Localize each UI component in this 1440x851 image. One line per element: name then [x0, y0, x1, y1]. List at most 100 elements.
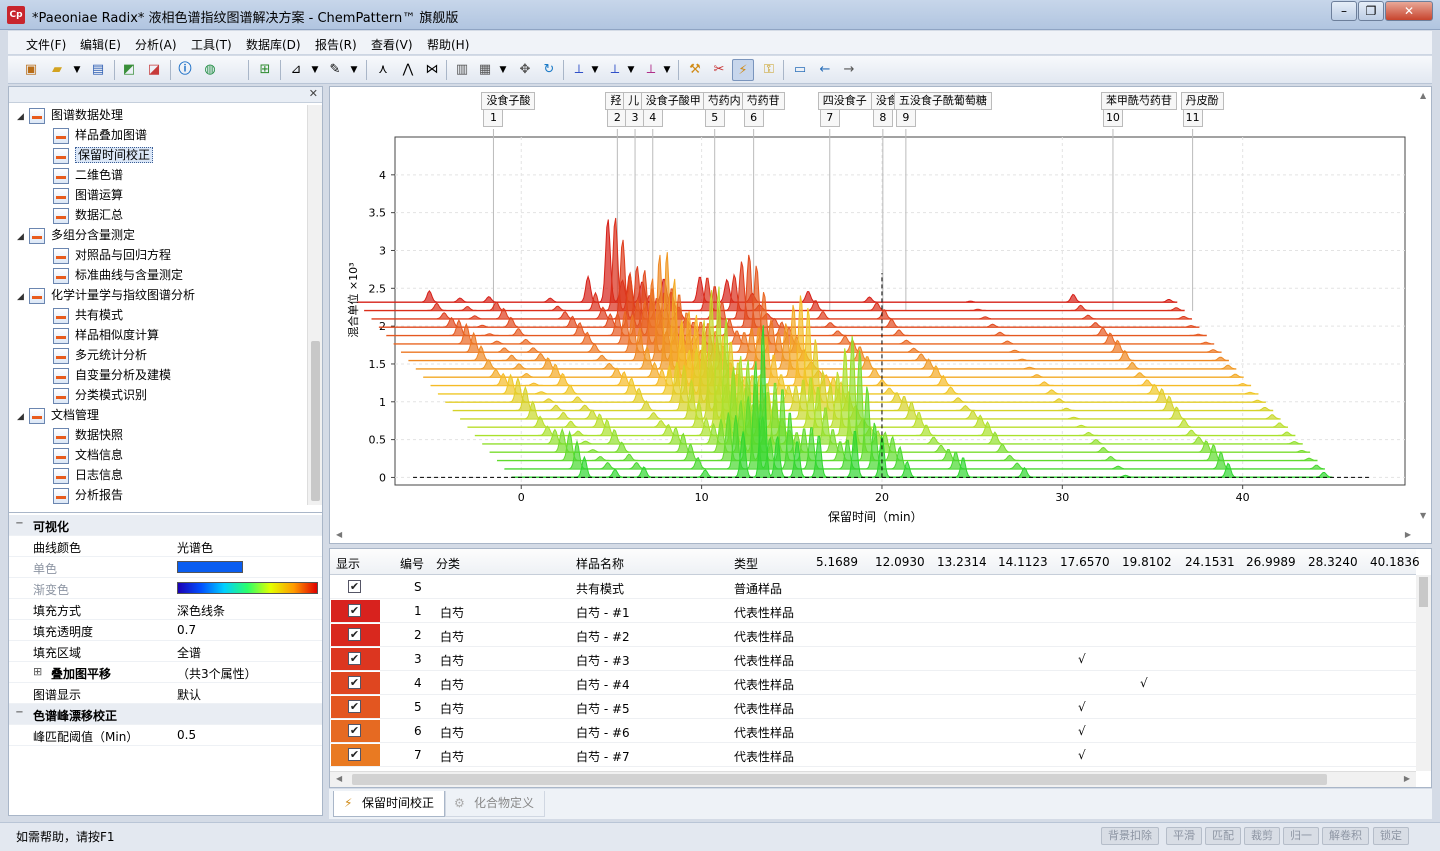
tree-item[interactable]: 对照品与回归方程 [53, 245, 171, 265]
show-checkbox[interactable]: ✔ [348, 700, 361, 713]
property-row[interactable]: 曲线颜色 光谱色 [9, 536, 322, 557]
table-row[interactable]: ✔ S 共有模式 普通样品 [330, 575, 1416, 599]
property-row[interactable]: 图谱显示 默认 [9, 683, 322, 704]
show-checkbox[interactable]: ✔ [348, 652, 361, 665]
tree-item[interactable]: 样品相似度计算 [53, 325, 159, 345]
table-hscrollbar[interactable]: ◀ ▶ [330, 771, 1416, 787]
table-row[interactable]: ✔ 6 白芍 白芍 - #6 代表性样品 √ [330, 719, 1416, 743]
tree-item[interactable]: 数据快照 [53, 425, 123, 445]
property-category-drift[interactable]: − 色谱峰漂移校正 [9, 704, 322, 725]
expand-arrow-icon[interactable]: ◢ [17, 287, 29, 307]
maximize-button[interactable]: ❐ [1358, 1, 1384, 21]
tree-group[interactable]: ◢ 文档管理 [17, 405, 99, 425]
status-button-normalize[interactable]: 归一 [1283, 827, 1319, 845]
tab-compound-definition[interactable]: ⚙ 化合物定义 [445, 791, 546, 817]
table-row[interactable]: ✔ 3 白芍 白芍 - #3 代表性样品 √ [330, 647, 1416, 671]
show-checkbox[interactable]: ✔ [348, 628, 361, 641]
minimize-button[interactable]: – [1331, 1, 1357, 21]
show-checkbox[interactable]: ✔ [348, 724, 361, 737]
property-value[interactable]: （共3个属性） [177, 665, 257, 682]
view-dropdown-icon[interactable]: ▼ [656, 59, 678, 81]
table-row[interactable]: ✔ 4 白芍 白芍 - #4 代表性样品 √ [330, 671, 1416, 695]
collapse-icon[interactable]: − [15, 708, 24, 718]
column-header[interactable]: 14.1123 [998, 555, 1048, 569]
add-sample-icon[interactable]: ⊞ [254, 59, 276, 81]
table-row[interactable]: ✔ 5 白芍 白芍 - #5 代表性样品 √ [330, 695, 1416, 719]
status-button-crop[interactable]: 裁剪 [1244, 827, 1280, 845]
tree-group[interactable]: ◢ 多组分含量测定 [17, 225, 135, 245]
tree-scroll-thumb[interactable] [311, 341, 320, 501]
tree-item[interactable]: 文档信息 [53, 445, 123, 465]
show-checkbox[interactable]: ✔ [348, 580, 361, 593]
status-button-match[interactable]: 匹配 [1205, 827, 1241, 845]
column-header[interactable]: 19.8102 [1122, 555, 1172, 569]
info-icon[interactable]: ⓘ [174, 59, 196, 81]
property-row[interactable]: 填充方式 深色线条 [9, 599, 322, 620]
status-button-smooth[interactable]: 平滑 [1166, 827, 1202, 845]
open-folder-icon[interactable]: ▰ [46, 59, 68, 81]
expand-arrow-icon[interactable]: ◢ [17, 107, 29, 127]
property-value[interactable]: 深色线条 [177, 602, 225, 619]
show-checkbox[interactable]: ✔ [348, 604, 361, 617]
column-header[interactable]: 5.1689 [816, 555, 858, 569]
peak-merge-icon[interactable]: ⋈ [421, 59, 443, 81]
globe-icon[interactable]: ◍ [199, 59, 221, 81]
show-checkbox[interactable]: ✔ [348, 676, 361, 689]
tree-item[interactable]: 分类模式识别 [53, 385, 147, 405]
column-header[interactable]: 类型 [734, 555, 758, 572]
expand-arrow-icon[interactable]: ◢ [17, 227, 29, 247]
retention-align-icon[interactable]: ⚡ [732, 59, 754, 81]
property-row[interactable]: 填充透明度 0.7 [9, 620, 322, 641]
expand-arrow-icon[interactable]: ◢ [17, 407, 29, 427]
tree-group[interactable]: ◢ 化学计量学与指纹图谱分析 [17, 285, 195, 305]
table-row[interactable]: ✔ 1 白芍 白芍 - #1 代表性样品 [330, 599, 1416, 623]
rotate-dropdown-icon[interactable]: ▼ [620, 59, 642, 81]
expand-icon[interactable]: ⊞ [33, 665, 42, 678]
tree-item[interactable]: 自变量分析及建模 [53, 365, 171, 385]
tree-group[interactable]: ◢ 图谱数据处理 [17, 105, 123, 125]
refresh-icon[interactable]: ↻ [538, 59, 560, 81]
menu-report[interactable]: 报告(R) [315, 36, 357, 53]
new-project-icon[interactable]: ▣ [20, 59, 42, 81]
open-dropdown-icon[interactable]: ▼ [66, 59, 88, 81]
collapse-icon[interactable]: − [15, 519, 24, 529]
property-value[interactable]: 默认 [177, 686, 201, 703]
tree-item[interactable]: 二维色谱 [53, 165, 123, 185]
table-vscroll-thumb[interactable] [1419, 577, 1428, 607]
property-value[interactable]: 全谱 [177, 644, 201, 661]
status-button-lock[interactable]: 锁定 [1373, 827, 1409, 845]
3d-axis-dropdown-icon[interactable]: ▼ [584, 59, 606, 81]
tree-item[interactable]: 样品叠加图谱 [53, 125, 147, 145]
peak-mark-icon[interactable]: ⋏ [372, 59, 394, 81]
save-icon[interactable]: ▤ [87, 59, 109, 81]
property-row[interactable]: 渐变色 [9, 578, 322, 599]
show-checkbox[interactable]: ✔ [348, 748, 361, 761]
tab-retention-time[interactable]: ⚡ 保留时间校正 [333, 791, 446, 817]
back-arrow-icon[interactable]: ← [814, 59, 836, 81]
zoom-fit-icon[interactable]: ✥ [514, 59, 536, 81]
tree-item[interactable]: 多元统计分析 [53, 345, 147, 365]
property-value[interactable]: 光谱色 [177, 539, 213, 556]
property-category-visual[interactable]: − 可视化 [9, 515, 322, 536]
close-button[interactable]: ✕ [1385, 1, 1433, 21]
column-header[interactable]: 40.1836 [1370, 555, 1420, 569]
window-settings-icon[interactable]: ▭ [789, 59, 811, 81]
property-value[interactable]: 0.7 [177, 623, 196, 637]
property-row[interactable]: ⊞ 叠加图平移 （共3个属性） [9, 662, 322, 683]
column-header[interactable]: 样品名称 [576, 555, 624, 572]
table-vscrollbar[interactable] [1416, 575, 1431, 771]
table-row[interactable]: ✔ 7 白芍 白芍 - #7 代表性样品 √ [330, 743, 1416, 767]
menu-view[interactable]: 查看(V) [371, 36, 413, 53]
column-header[interactable]: 编号 [400, 555, 424, 572]
mono-color-swatch[interactable] [177, 561, 243, 573]
status-button-background[interactable]: 背景扣除 [1101, 827, 1159, 845]
chart-vscrollbar[interactable]: ▲ ▼ [1417, 87, 1431, 527]
tree-item[interactable]: 标准曲线与含量测定 [53, 265, 183, 285]
tree-scrollbar[interactable] [307, 105, 322, 505]
tree-item[interactable]: 保留时间校正 [53, 145, 154, 165]
axis-dropdown-icon[interactable]: ▼ [304, 59, 326, 81]
table-row[interactable]: ✔ 2 白芍 白芍 - #2 代表性样品 [330, 623, 1416, 647]
tree-item[interactable]: 分析报告 [53, 485, 123, 505]
export-data-icon[interactable]: ◪ [143, 59, 165, 81]
tree-item[interactable]: 日志信息 [53, 465, 123, 485]
